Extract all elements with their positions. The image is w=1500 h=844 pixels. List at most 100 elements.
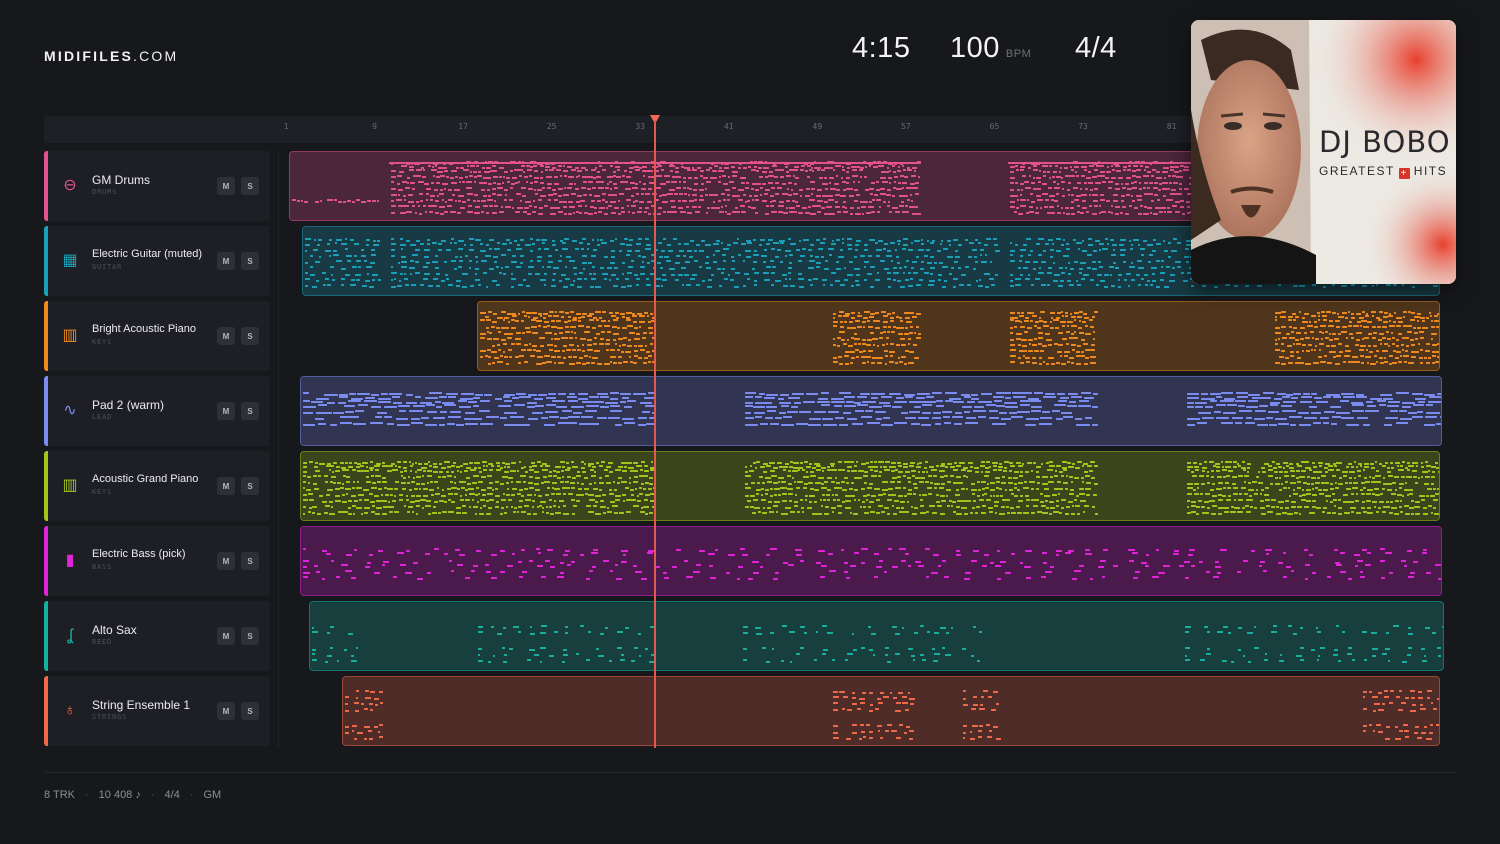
- solo-button[interactable]: S: [241, 252, 259, 270]
- midi-note: [1087, 465, 1093, 467]
- solo-button[interactable]: S: [241, 177, 259, 195]
- midi-note: [808, 495, 815, 497]
- mute-button[interactable]: M: [217, 177, 235, 195]
- track-header[interactable]: ∿ Pad 2 (warm) LEAD M S: [44, 376, 270, 446]
- midi-note: [902, 169, 906, 171]
- site-logo[interactable]: MIDIFILES.COM: [44, 48, 178, 64]
- midi-note: [509, 187, 514, 189]
- midi-note: [352, 266, 357, 268]
- midi-note: [1350, 317, 1355, 319]
- solo-button[interactable]: S: [241, 552, 259, 570]
- midi-note: [529, 250, 533, 252]
- midi-note: [645, 345, 648, 347]
- midi-note: [1035, 321, 1039, 323]
- midi-note: [515, 266, 522, 268]
- midi-note: [584, 205, 588, 207]
- midi-clip[interactable]: [477, 301, 1440, 371]
- midi-note: [771, 187, 775, 189]
- solo-button[interactable]: S: [241, 402, 259, 420]
- midi-note: [954, 256, 960, 258]
- midi-clip[interactable]: [300, 451, 1440, 521]
- midi-note: [591, 362, 595, 364]
- midi-note: [1350, 284, 1356, 286]
- midi-note: [534, 483, 539, 485]
- midi-note: [630, 205, 637, 207]
- midi-note: [880, 177, 886, 179]
- midi-note: [628, 266, 634, 268]
- midi-note: [638, 238, 643, 240]
- midi-note: [356, 260, 361, 262]
- midi-note: [798, 260, 803, 262]
- midi-note: [525, 244, 531, 246]
- midi-note: [850, 357, 855, 359]
- track-header[interactable]: ▥ Bright Acoustic Piano KEYS M S: [44, 301, 270, 371]
- midi-note: [602, 169, 607, 171]
- solo-button[interactable]: S: [241, 627, 259, 645]
- mute-button[interactable]: M: [217, 252, 235, 270]
- midi-note: [851, 470, 858, 472]
- midi-note: [1092, 268, 1098, 270]
- track-header[interactable]: ▮ Electric Bass (pick) BASS M S: [44, 526, 270, 596]
- midi-note: [1162, 182, 1168, 184]
- mute-button[interactable]: M: [217, 552, 235, 570]
- midi-note: [463, 463, 468, 465]
- midi-note: [623, 361, 628, 363]
- midi-note: [763, 279, 770, 281]
- midi-note: [1296, 357, 1301, 359]
- midi-note: [791, 393, 804, 395]
- midi-note: [1431, 320, 1434, 322]
- midi-note: [1255, 410, 1266, 412]
- track-header[interactable]: ▦ Electric Guitar (muted) GUITAR M S: [44, 226, 270, 296]
- midi-note: [1063, 355, 1068, 357]
- track-header[interactable]: ▥ Acoustic Grand Piano KEYS M S: [44, 451, 270, 521]
- midi-note: [866, 273, 872, 275]
- midi-note: [1070, 316, 1077, 318]
- mute-button[interactable]: M: [217, 402, 235, 420]
- mute-button[interactable]: M: [217, 477, 235, 495]
- midi-note: [929, 280, 935, 282]
- midi-note: [577, 205, 582, 207]
- midi-note: [511, 343, 516, 345]
- track-category: REED: [92, 638, 113, 646]
- midi-clip[interactable]: [300, 376, 1442, 446]
- midi-note: [601, 320, 607, 322]
- midi-note: [895, 487, 901, 489]
- midi-note: [1405, 337, 1410, 339]
- midi-note: [662, 211, 667, 213]
- midi-note: [1085, 488, 1091, 490]
- midi-note: [348, 393, 357, 395]
- solo-button[interactable]: S: [241, 477, 259, 495]
- midi-note: [819, 242, 826, 244]
- solo-button[interactable]: S: [241, 702, 259, 720]
- midi-note: [540, 171, 543, 173]
- midi-note: [536, 260, 542, 262]
- midi-note: [1237, 405, 1245, 407]
- track-header[interactable]: ♁ String Ensemble 1 STRINGS M S: [44, 676, 270, 746]
- midi-note: [855, 349, 859, 351]
- mute-button[interactable]: M: [217, 627, 235, 645]
- midi-note: [1136, 260, 1142, 262]
- midi-note: [635, 284, 640, 286]
- midi-note: [631, 499, 636, 501]
- midi-note: [512, 255, 517, 257]
- midi-note: [1341, 326, 1347, 328]
- mute-button[interactable]: M: [217, 702, 235, 720]
- midi-note: [779, 242, 785, 244]
- midi-note: [1422, 327, 1429, 329]
- midi-note: [600, 181, 605, 183]
- midi-note: [907, 285, 914, 287]
- midi-note: [1399, 355, 1402, 357]
- track-header[interactable]: ʆ Alto Sax REED M S: [44, 601, 270, 671]
- track-header[interactable]: ⊖ GM Drums DRUMS M S: [44, 151, 270, 221]
- midi-note: [441, 193, 444, 195]
- playhead[interactable]: [654, 120, 656, 748]
- midi-note: [539, 182, 545, 184]
- midi-note: [300, 200, 304, 202]
- midi-note: [510, 470, 516, 472]
- midi-note: [595, 311, 601, 313]
- mute-button[interactable]: M: [217, 327, 235, 345]
- midi-note: [1070, 362, 1075, 364]
- solo-button[interactable]: S: [241, 327, 259, 345]
- midi-note: [1059, 488, 1064, 490]
- midi-note: [515, 481, 521, 483]
